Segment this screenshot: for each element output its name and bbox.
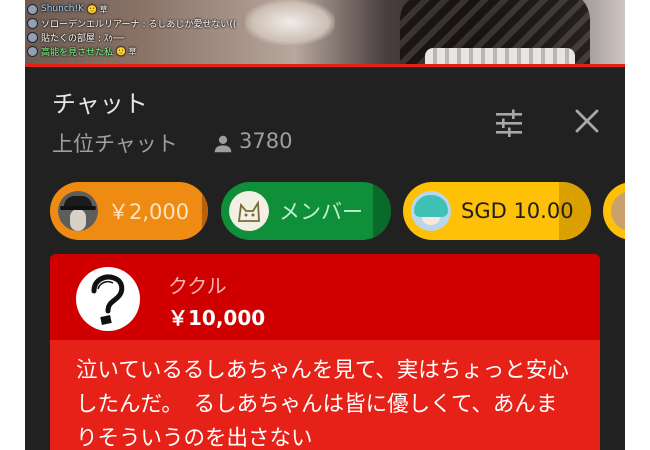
chip-progress — [202, 182, 208, 240]
avatar — [27, 17, 38, 29]
anime-avatar — [411, 191, 451, 231]
video-background — [245, 0, 335, 45]
ticker-chip[interactable]: メンバー — [221, 182, 391, 240]
super-chat-amount: ￥10,000 — [168, 306, 266, 330]
overlay-author: 貼たくの部屋 — [41, 33, 96, 44]
ticker-chip-label: ￥2,000 — [108, 200, 190, 224]
partial-avatar — [611, 191, 625, 231]
super-chat-message: 泣いているるしあちゃんを見て、実はちょっと安心したんだ。 るしあちゃんは皆に優し… — [76, 358, 569, 450]
video-player[interactable]: Shunch!K 🙂 草 ソローデンエルリアーナ : るしあじか愛せない(( 貼… — [25, 0, 625, 64]
overlay-message: : るしあじか愛せない(( — [142, 19, 237, 30]
detective-avatar — [58, 191, 98, 231]
chip-progress — [373, 182, 391, 240]
super-chat-header: ククル ￥10,000 — [50, 254, 600, 340]
video-progress-fill — [25, 64, 625, 67]
chat-title: チャット — [52, 90, 148, 118]
overlay-message: : ｽｩ── — [98, 33, 124, 44]
avatar — [76, 267, 140, 331]
overlay-chat-line: ソローデンエルリアーナ : るしあじか愛せない(( — [27, 16, 236, 30]
avatar — [27, 31, 38, 43]
ticker-chip[interactable]: SGD 10.00 — [403, 182, 591, 240]
video-character-frill — [425, 48, 575, 64]
overlay-chat-line: 高能を見させた私 🙂 草 — [27, 44, 236, 58]
live-chat-panel: Shunch!K 🙂 草 ソローデンエルリアーナ : るしあじか愛せない(( 貼… — [25, 0, 625, 450]
super-chat-body: 泣いているるしあちゃんを見て、実はちょっと安心したんだ。 るしあちゃんは皆に優し… — [50, 340, 600, 450]
overlay-message: 🙂 草 — [87, 4, 108, 14]
overlay-chat-line: Shunch!K 🙂 草 — [27, 2, 236, 16]
tune-sliders-icon[interactable] — [493, 107, 525, 139]
avatar — [27, 3, 38, 15]
overlay-author: ソローデンエルリアーナ — [41, 19, 140, 30]
cat-drawing-avatar — [229, 191, 269, 231]
super-chat-card: ククル ￥10,000 泣いているるしあちゃんを見て、実はちょっと安心したんだ。… — [50, 254, 600, 450]
avatar — [27, 45, 38, 57]
ticker-chip[interactable]: ￥2,000 — [50, 182, 208, 240]
person-icon — [214, 135, 232, 153]
close-icon[interactable] — [573, 107, 601, 135]
chat-mode-selector[interactable]: 上位チャット — [52, 128, 178, 158]
overlay-author: 高能を見させた私 — [41, 47, 114, 58]
overlay-chat-line: 貼たくの部屋 : ｽｩ── — [27, 30, 236, 44]
video-progress-bar[interactable] — [25, 64, 625, 67]
video-overlay-chat: Shunch!K 🙂 草 ソローデンエルリアーナ : るしあじか愛せない(( 貼… — [27, 2, 236, 58]
ticker-chip[interactable] — [603, 182, 625, 240]
overlay-author: Shunch!K — [41, 4, 84, 14]
overlay-message: 🙂 草 — [116, 46, 137, 56]
question-mark-icon — [91, 274, 125, 325]
super-chat-ticker: ￥2,000 メンバー SGD 10.00 — [25, 182, 625, 242]
viewer-count: 3780 — [239, 129, 293, 153]
super-chat-author: ククル — [168, 274, 227, 298]
ticker-chip-label: メンバー — [279, 200, 363, 224]
ticker-chip-label: SGD 10.00 — [461, 199, 574, 223]
